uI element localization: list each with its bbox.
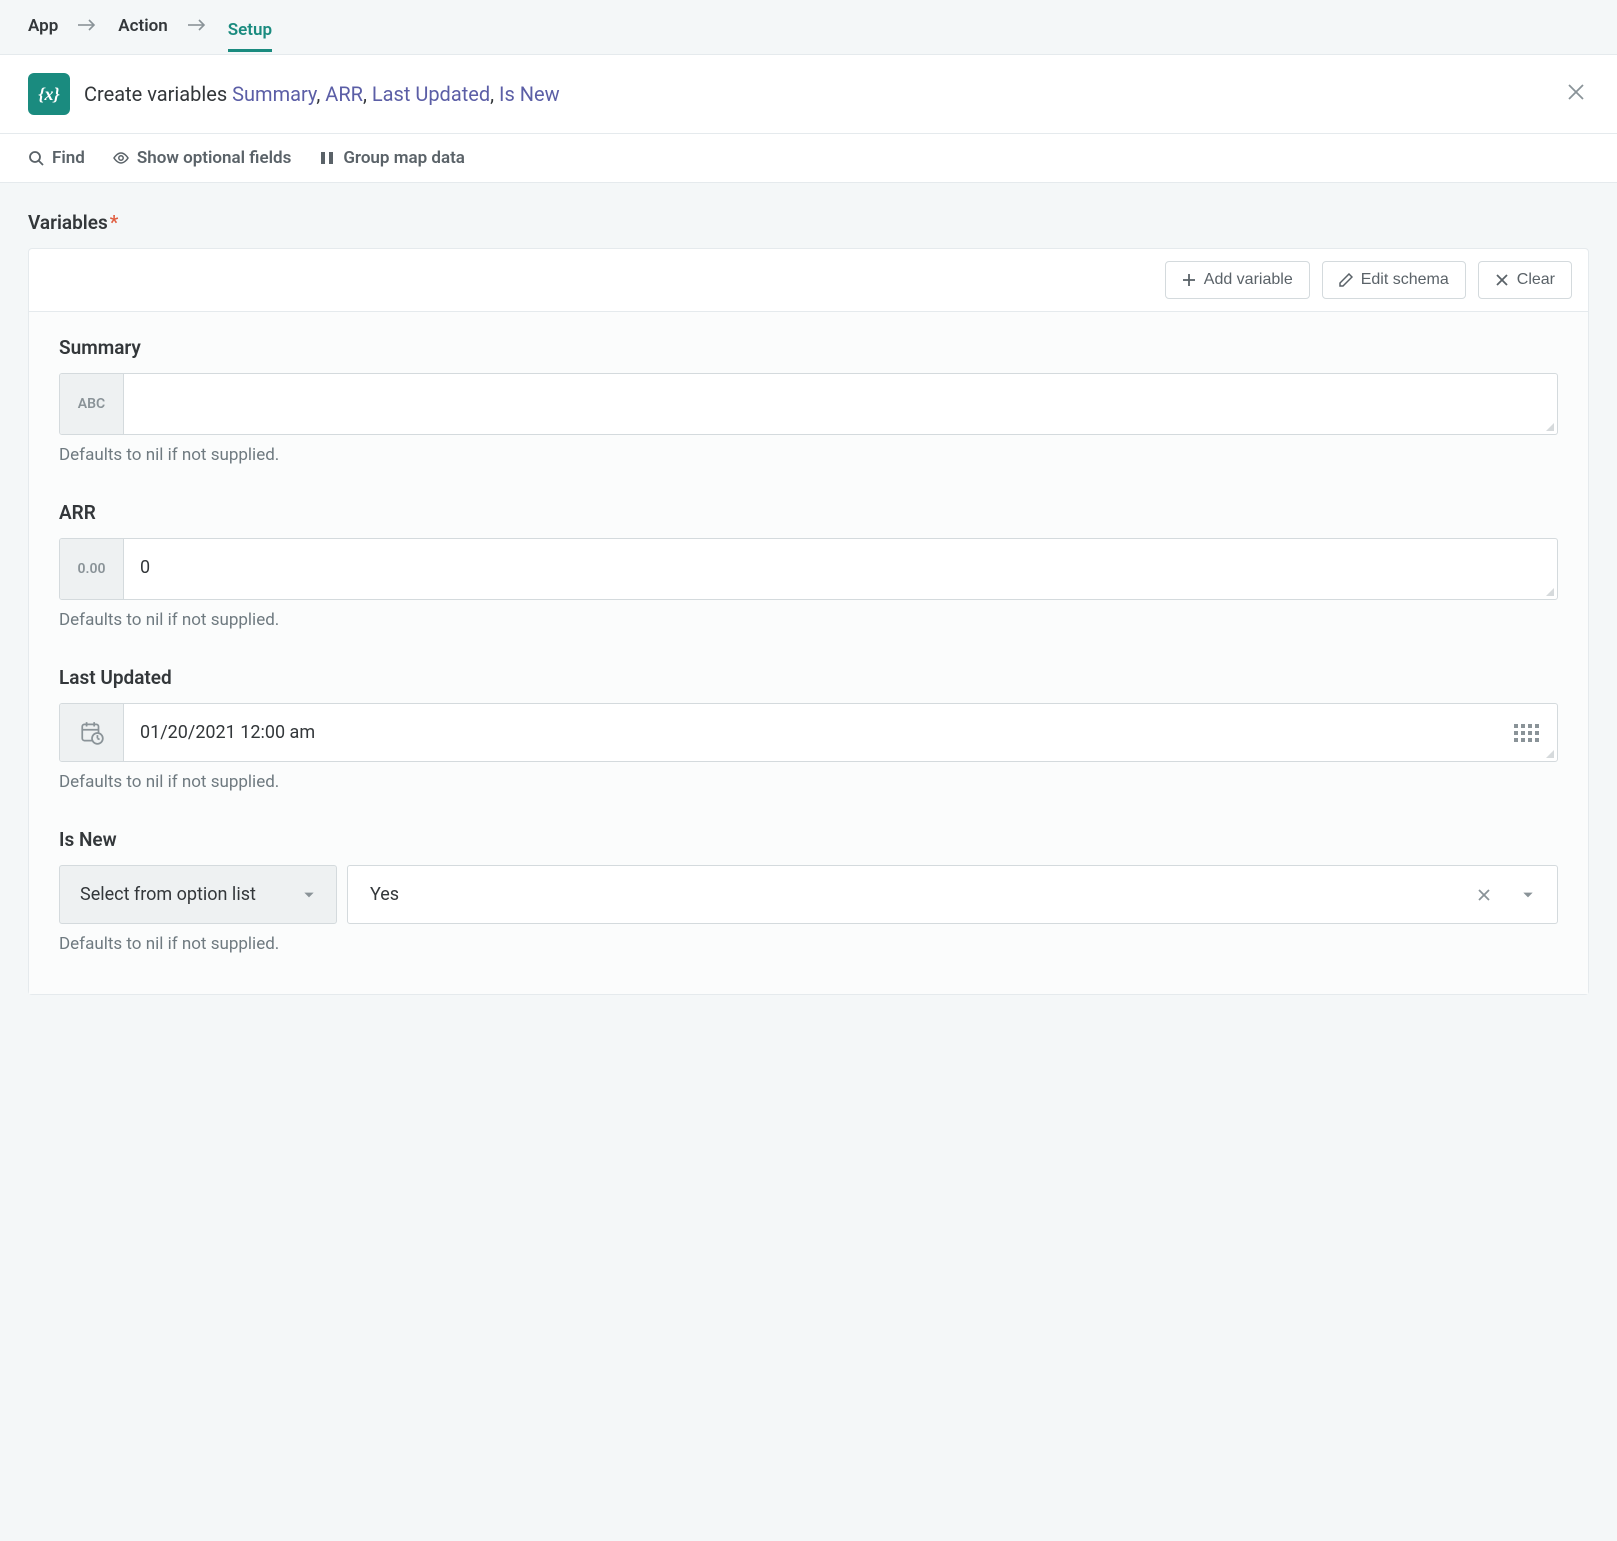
variables-section-label: Variables* (28, 211, 1589, 234)
field-summary: Summary ABC Defaults to nil if not suppl… (59, 336, 1558, 465)
title-prefix: Create variables (84, 82, 232, 106)
field-label-is-new: Is New (59, 828, 1558, 851)
edit-schema-button[interactable]: Edit schema (1322, 261, 1466, 299)
number-type-icon: 0.00 (60, 539, 124, 599)
title-var-last-updated: Last Updated (372, 82, 490, 106)
toolbar: Find Show optional fields Group map data (0, 134, 1617, 183)
field-label-arr: ARR (59, 501, 1558, 524)
x-icon (1495, 273, 1509, 287)
text-type-icon: ABC (60, 374, 124, 434)
step-header: {x} Create variables Summary, ARR, Last … (0, 55, 1617, 134)
show-optional-button[interactable]: Show optional fields (113, 148, 292, 168)
variables-app-icon: {x} (28, 73, 70, 115)
clear-button[interactable]: Clear (1478, 261, 1572, 299)
breadcrumb: App Action Setup (0, 0, 1617, 55)
arr-input[interactable] (124, 539, 1557, 599)
resize-handle-icon[interactable] (1545, 749, 1555, 759)
field-label-summary: Summary (59, 336, 1558, 359)
pencil-icon (1339, 273, 1353, 287)
variables-panel: Add variable Edit schema Clear Summary A… (28, 248, 1589, 995)
field-arr: ARR 0.00 Defaults to nil if not supplied… (59, 501, 1558, 630)
columns-icon (319, 150, 335, 166)
data-pill-picker-icon[interactable] (1496, 724, 1557, 742)
find-button[interactable]: Find (28, 148, 85, 168)
is-new-help: Defaults to nil if not supplied. (59, 934, 1558, 954)
is-new-clear-icon[interactable] (1469, 880, 1499, 910)
dropdown-label: Select from option list (80, 884, 256, 905)
last-updated-input-row (59, 703, 1558, 762)
calendar-clock-icon (79, 720, 105, 746)
search-icon (28, 150, 44, 166)
datetime-type-icon (60, 704, 124, 761)
step-title: Create variables Summary, ARR, Last Upda… (84, 82, 1549, 106)
panel-header: Add variable Edit schema Clear (29, 249, 1588, 312)
group-map-button[interactable]: Group map data (319, 148, 465, 168)
field-is-new: Is New Select from option list Yes (59, 828, 1558, 954)
caret-down-icon (302, 888, 316, 902)
is-new-value: Yes (370, 884, 1455, 905)
plus-icon (1182, 273, 1196, 287)
last-updated-help: Defaults to nil if not supplied. (59, 772, 1558, 792)
field-label-last-updated: Last Updated (59, 666, 1558, 689)
arrow-right-icon (78, 17, 98, 35)
title-var-is-new: Is New (499, 82, 560, 106)
field-last-updated: Last Updated (59, 666, 1558, 792)
panel-body: Summary ABC Defaults to nil if not suppl… (29, 312, 1588, 994)
is-new-select[interactable]: Yes (347, 865, 1558, 924)
breadcrumb-app[interactable]: App (28, 10, 58, 42)
title-var-arr: ARR (325, 82, 363, 106)
is-new-mode-dropdown[interactable]: Select from option list (59, 865, 337, 924)
arr-help: Defaults to nil if not supplied. (59, 610, 1558, 630)
eye-icon (113, 150, 129, 166)
breadcrumb-action[interactable]: Action (118, 10, 167, 42)
arrow-right-icon (188, 17, 208, 35)
is-new-caret-icon[interactable] (1513, 880, 1543, 910)
content-area: Variables* Add variable Edit schema Clea… (0, 183, 1617, 1023)
add-variable-button[interactable]: Add variable (1165, 261, 1310, 299)
close-icon[interactable] (1563, 78, 1589, 111)
summary-input[interactable] (124, 374, 1557, 434)
arr-input-row: 0.00 (59, 538, 1558, 600)
title-var-summary: Summary (232, 82, 316, 106)
breadcrumb-setup[interactable]: Setup (228, 14, 272, 52)
last-updated-input[interactable] (124, 704, 1496, 761)
summary-input-row: ABC (59, 373, 1558, 435)
summary-help: Defaults to nil if not supplied. (59, 445, 1558, 465)
